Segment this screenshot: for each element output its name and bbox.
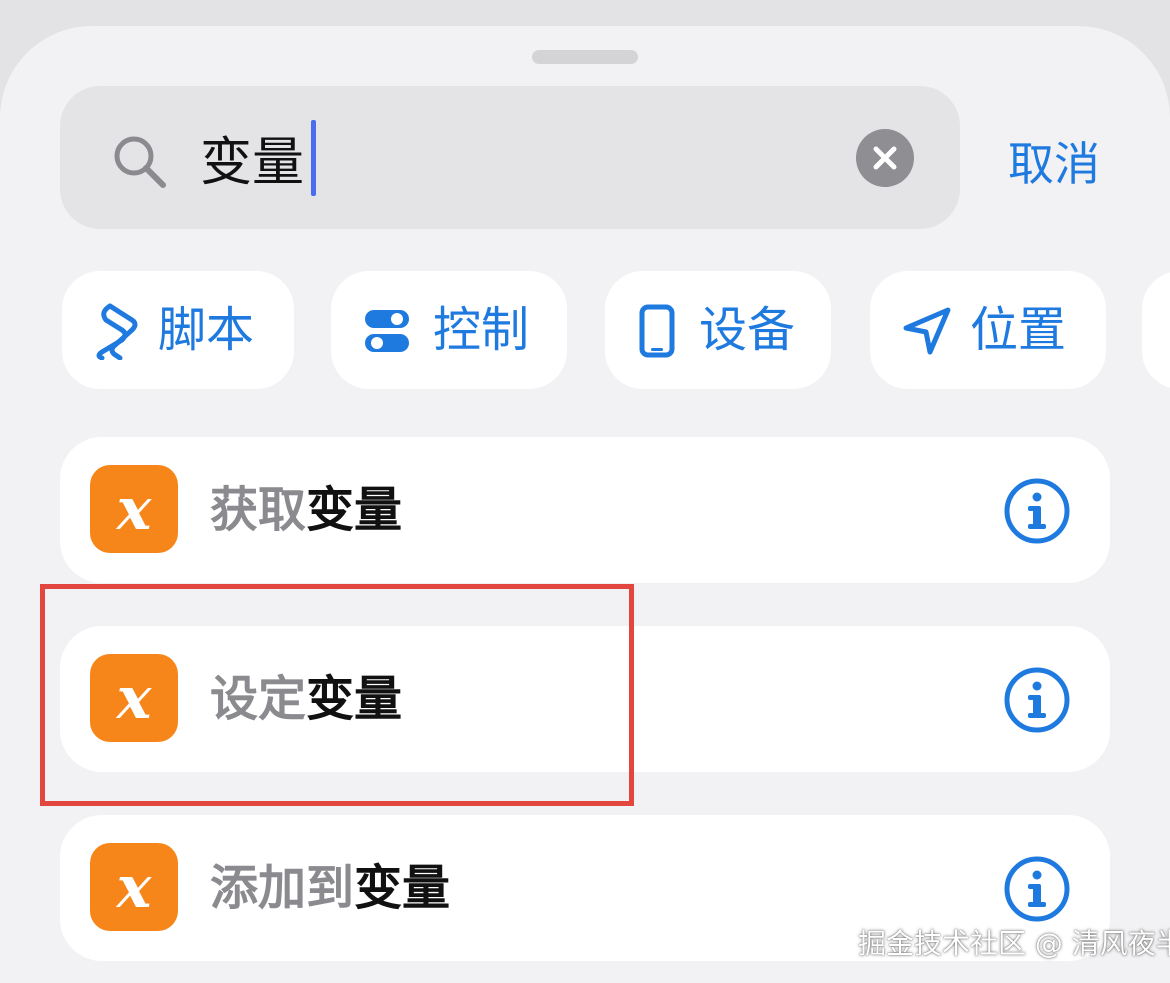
close-icon xyxy=(873,146,897,170)
text-caret xyxy=(311,120,316,196)
category-label: 设备 xyxy=(699,302,796,358)
category-label: 脚本 xyxy=(158,302,255,358)
variable-icon: x xyxy=(90,465,178,553)
info-icon[interactable] xyxy=(1003,666,1071,738)
action-row-get-variable[interactable]: x 获取变量 xyxy=(60,437,1110,583)
clear-search-button[interactable] xyxy=(856,129,914,187)
toggle-icon xyxy=(363,308,411,358)
sheet-grabber-handle[interactable] xyxy=(532,50,638,64)
location-arrow-icon xyxy=(902,306,952,360)
action-label: 设定变量 xyxy=(210,671,403,727)
info-icon[interactable] xyxy=(1003,855,1071,927)
watermark-text: 掘金技术社区 @ 清风夜半 xyxy=(858,927,1170,960)
search-input[interactable]: 变量 xyxy=(200,128,304,198)
variable-icon: x xyxy=(90,654,178,742)
category-label: 位置 xyxy=(970,302,1067,358)
variable-icon: x xyxy=(90,843,178,931)
category-chip-partial[interactable] xyxy=(1142,271,1170,389)
script-icon xyxy=(92,302,142,364)
category-chip-location[interactable]: 位置 xyxy=(870,271,1106,389)
search-icon xyxy=(112,134,168,194)
actions-sheet: 变量 取消 脚本 控制 设备 位置 x 获取变量 x 设定变量 x 添加到变量 xyxy=(0,26,1170,983)
action-label: 获取变量 xyxy=(210,482,403,538)
cancel-button[interactable]: 取消 xyxy=(1008,132,1100,196)
info-icon[interactable] xyxy=(1003,477,1071,549)
phone-icon xyxy=(639,304,675,362)
search-field[interactable] xyxy=(60,86,960,229)
action-row-set-variable[interactable]: x 设定变量 xyxy=(60,626,1110,772)
category-chip-device[interactable]: 设备 xyxy=(605,271,831,389)
category-label: 控制 xyxy=(433,302,530,358)
category-chip-control[interactable]: 控制 xyxy=(331,271,567,389)
category-chip-script[interactable]: 脚本 xyxy=(62,271,294,389)
action-label: 添加到变量 xyxy=(210,860,451,916)
